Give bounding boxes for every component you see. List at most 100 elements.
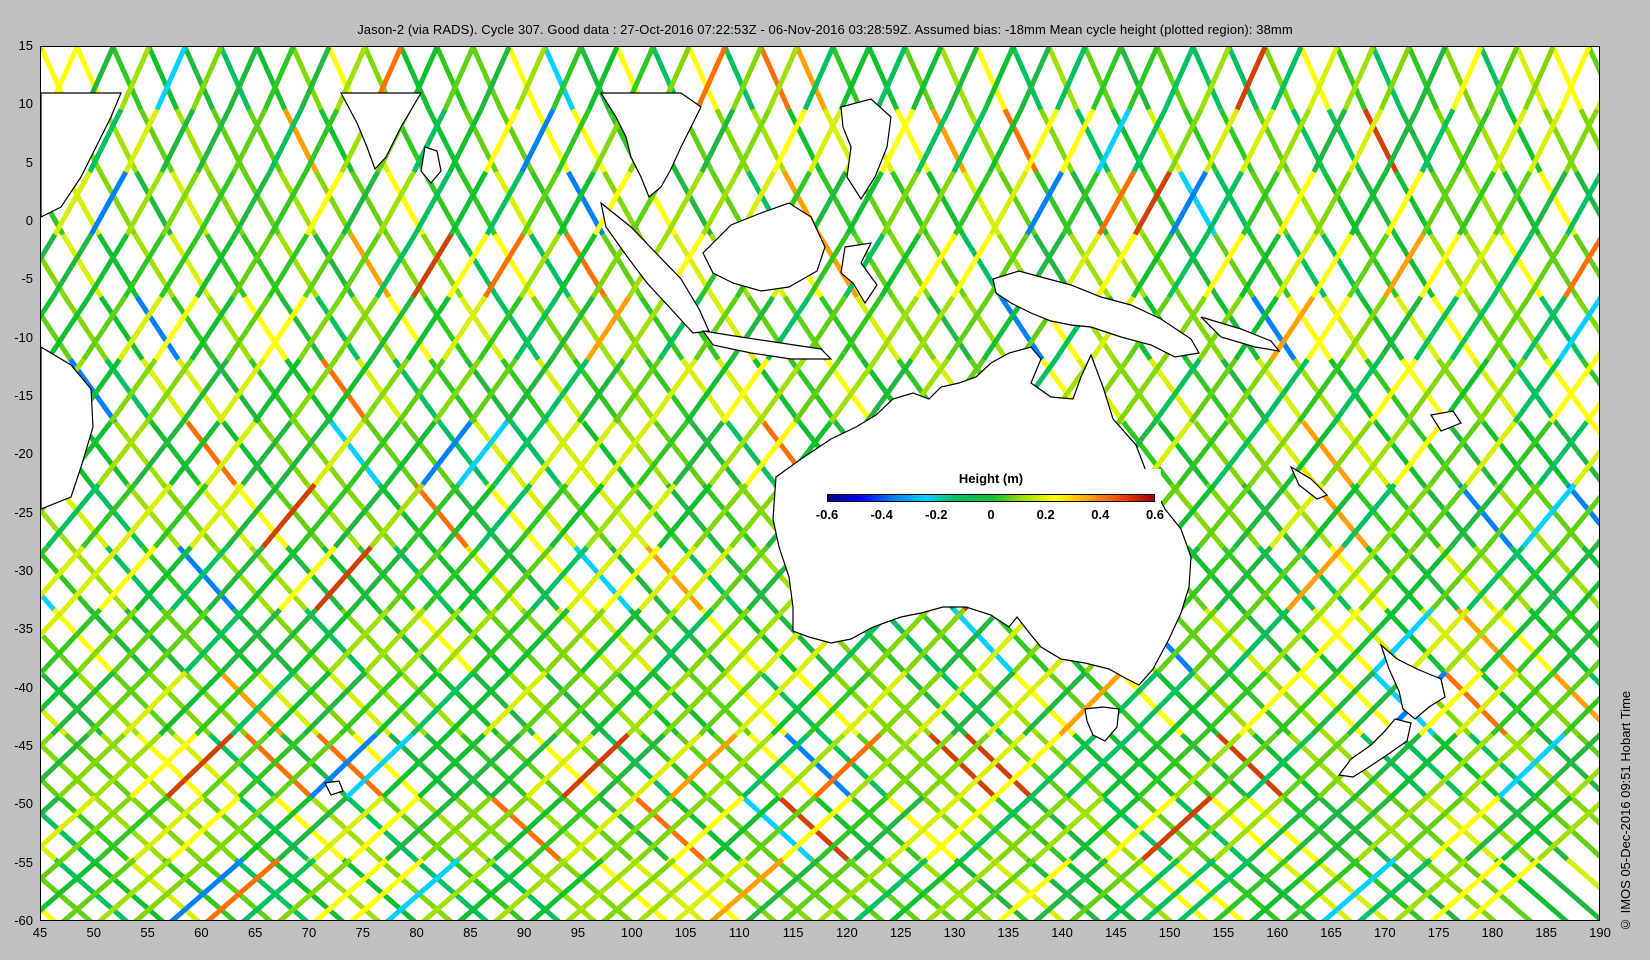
track-segment: [720, 358, 770, 424]
track-segment: [1274, 233, 1318, 299]
credit-text: © IMOS 05-Dec-2016 09:51 Hobart Time: [1618, 690, 1633, 932]
track-segment: [792, 358, 842, 424]
track-segment: [1101, 732, 1170, 799]
track-segment: [88, 170, 128, 236]
y-tick-label: 15: [18, 38, 33, 53]
india-coast: [340, 92, 423, 171]
track-segment: [612, 358, 662, 424]
track-segment: [1152, 358, 1202, 424]
track-segment: [1368, 358, 1418, 424]
x-tick-label: 150: [1158, 925, 1181, 940]
x-tick-label: 135: [997, 925, 1020, 940]
track-segment: [57, 732, 126, 799]
track-segment: [1557, 295, 1599, 361]
track-segment: [1260, 358, 1310, 424]
track-segment: [448, 170, 488, 236]
y-tick-label: 10: [18, 96, 33, 112]
track-segment: [1492, 170, 1532, 236]
track-segment: [1346, 233, 1390, 299]
colorbar-tick-label: -0.6: [815, 507, 839, 522]
track-segment: [950, 233, 994, 299]
track-segment: [1239, 108, 1276, 174]
track-segment: [777, 732, 846, 799]
track-segment: [1490, 233, 1534, 299]
track-segment: [741, 732, 810, 799]
y-tick-label: -30: [14, 563, 33, 578]
track-segment: [520, 170, 560, 236]
track-segment: [159, 108, 196, 174]
track-segment: [124, 170, 164, 236]
track-segment: [1594, 99, 1599, 111]
track-segment: [86, 233, 130, 299]
x-tick-label: 70: [301, 925, 317, 940]
y-tick-label: -10: [14, 329, 33, 345]
track-segment: [807, 108, 844, 174]
track-segment: [1419, 108, 1456, 174]
track-segment: [576, 358, 626, 424]
x-tick-label: 130: [943, 925, 966, 940]
track-segment: [1310, 233, 1354, 299]
track-segment: [684, 358, 734, 424]
track-segment: [144, 358, 194, 424]
track-segment: [1276, 170, 1316, 236]
nz-north-coast: [1379, 643, 1446, 720]
track-segment: [987, 108, 1024, 174]
y-tick-label: -25: [14, 504, 33, 520]
track-segment: [180, 358, 230, 424]
track-segment: [1425, 732, 1494, 799]
x-tick-label: 105: [674, 925, 697, 940]
x-tick-label: 45: [32, 925, 48, 940]
track-segment: [432, 358, 482, 424]
track-segment: [410, 233, 454, 299]
track-segment: [237, 732, 306, 799]
track-segment: [338, 233, 382, 299]
x-tick-label: 175: [1427, 925, 1450, 940]
track-segment: [648, 358, 698, 424]
map-plot: Height (m) -0.6 -0.4 -0.2 0 0.2 0.4 0.6: [40, 46, 1600, 921]
x-tick-label: 165: [1320, 925, 1342, 940]
y-tick-label: -5: [21, 271, 33, 287]
track-segment: [669, 732, 738, 799]
colorbar-tick-label: -0.4: [870, 507, 893, 522]
x-tick-label: 55: [140, 925, 155, 940]
track-segment: [1224, 358, 1274, 424]
colorbar-tick-label: -0.2: [925, 507, 948, 522]
track-segment: [381, 732, 450, 799]
track-segment: [555, 108, 592, 174]
track-segment: [447, 108, 484, 174]
track-segment: [771, 108, 808, 174]
track-segment: [828, 358, 878, 424]
track-segment: [309, 732, 378, 799]
track-segment: [1512, 358, 1562, 424]
track-segment: [1384, 170, 1424, 236]
track-segment: [232, 170, 272, 236]
y-tick-label: -55: [14, 854, 33, 870]
track-segment: [540, 358, 590, 424]
track-segment: [230, 233, 274, 299]
x-tick-label: 190: [1589, 925, 1611, 940]
track-segment: [165, 732, 234, 799]
track-segment: [345, 732, 414, 799]
colorbar-tick-label: 0.2: [1036, 507, 1055, 522]
track-segment: [519, 108, 556, 174]
track-segment: [756, 358, 806, 424]
y-tick-label: -50: [14, 796, 33, 812]
track-segment: [1382, 233, 1426, 299]
track-segment: [1094, 233, 1138, 299]
track-segment: [360, 358, 410, 424]
track-segment: [1332, 358, 1382, 424]
track-segment: [93, 732, 162, 799]
track-segment: [1132, 170, 1172, 236]
x-tick-label: 120: [836, 925, 858, 940]
x-tick-label: 180: [1481, 925, 1504, 940]
x-tick-label: 140: [1051, 925, 1073, 940]
x-tick-label: 115: [782, 925, 804, 940]
track-segment: [396, 358, 446, 424]
track-segment: [957, 732, 1026, 799]
track-segment: [1454, 233, 1498, 299]
track-segment: [489, 732, 558, 799]
y-tick-label: 0: [25, 213, 33, 228]
track-segment: [196, 170, 236, 236]
y-tick-label: -15: [14, 388, 33, 403]
x-tick-label: 85: [463, 925, 478, 940]
